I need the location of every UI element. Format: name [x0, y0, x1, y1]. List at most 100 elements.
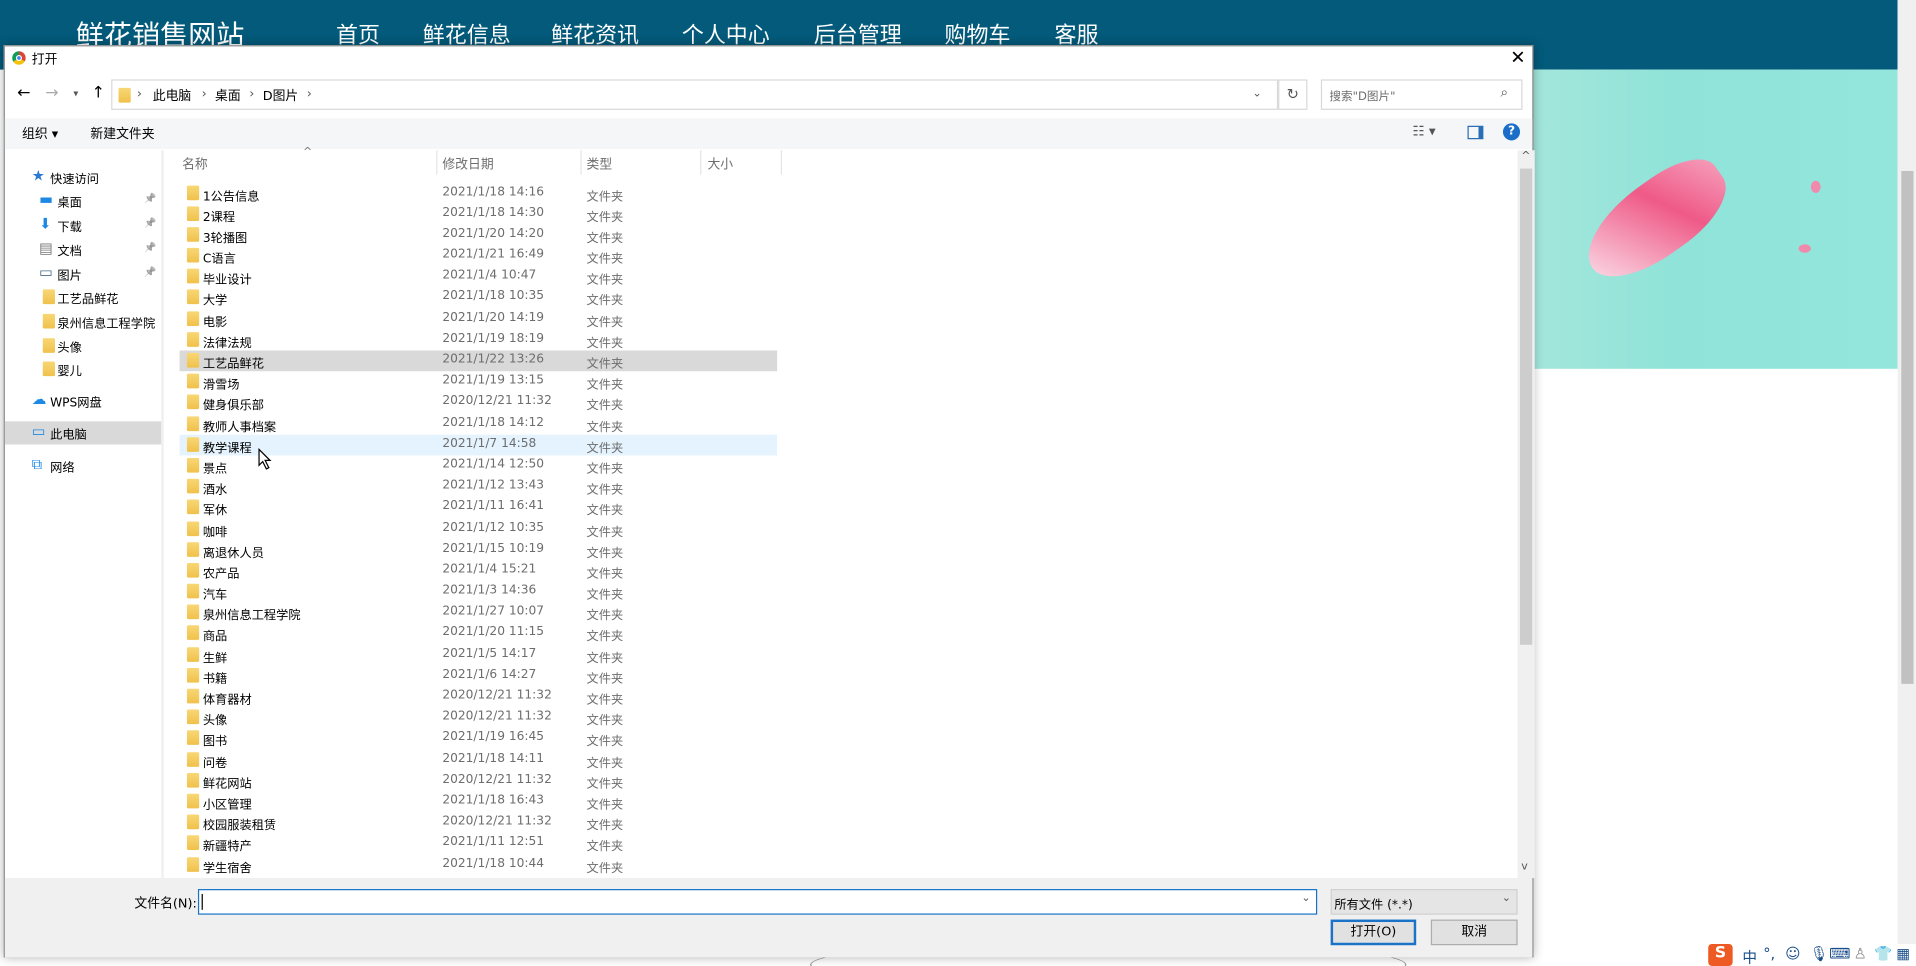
column-type[interactable]: 类型: [587, 155, 613, 173]
new-folder-button[interactable]: 新建文件夹: [90, 125, 154, 143]
punctuation-icon[interactable]: °,: [1763, 945, 1775, 962]
toolbox-icon[interactable]: ▦: [1896, 945, 1910, 962]
sidebar-item[interactable]: ▭ 此电脑: [4, 421, 162, 445]
file-type: 文件夹: [586, 651, 624, 666]
keyboard-icon[interactable]: ⌨: [1829, 945, 1850, 962]
file-row[interactable]: 校园服装租赁 2020/12/21 11:32 文件夹: [180, 812, 778, 833]
file-row[interactable]: 2课程 2021/1/18 14:30 文件夹: [180, 204, 778, 224]
sidebar-item[interactable]: ★ 快速访问: [5, 166, 161, 189]
file-row[interactable]: 健身俱乐部 2020/12/21 11:32 文件夹: [180, 392, 778, 413]
file-name: 书籍: [202, 672, 228, 687]
file-row[interactable]: 头像 2020/12/21 11:32 文件夹: [180, 707, 778, 728]
file-row[interactable]: 电影 2021/1/20 14:19 文件夹: [180, 309, 778, 330]
sidebar-item[interactable]: 泉州信息工程学院: [5, 310, 161, 333]
chevron-down-icon[interactable]: ⌄: [1252, 88, 1261, 100]
search-input[interactable]: 搜索"D图片" ⌕: [1320, 79, 1523, 110]
file-row[interactable]: 汽车 2021/1/3 14:36 文件夹: [180, 581, 778, 602]
sidebar-item[interactable]: ☁ WPS网盘: [5, 390, 161, 413]
file-row[interactable]: 酒水 2021/1/12 13:43 文件夹: [180, 476, 778, 497]
sidebar-item[interactable]: ▭ 图片 📌: [5, 263, 161, 286]
file-row[interactable]: 泉州信息工程学院 2021/1/27 10:07 文件夹: [180, 602, 778, 623]
file-row[interactable]: 滑雪场 2021/1/19 13:15 文件夹: [180, 371, 778, 392]
file-row[interactable]: 法律法规 2021/1/19 18:19 文件夹: [180, 330, 778, 350]
file-row[interactable]: 教师人事档案 2021/1/18 14:12 文件夹: [180, 413, 778, 434]
sidebar-item[interactable]: ⧉ 网络: [5, 454, 161, 477]
microphone-icon[interactable]: 🎙: [1810, 945, 1829, 962]
breadcrumb-item[interactable]: 此电脑: [153, 87, 191, 105]
chevron-down-icon[interactable]: ⌄: [1301, 893, 1310, 905]
filename-input[interactable]: ⌄: [197, 889, 1318, 915]
back-icon[interactable]: ←: [17, 84, 30, 102]
folder-icon: [186, 310, 200, 326]
file-row[interactable]: 图书 2021/1/19 16:45 文件夹: [180, 728, 778, 749]
user-icon[interactable]: ♙: [1854, 945, 1867, 962]
sidebar-item-label: 快速访问: [50, 173, 99, 187]
file-row[interactable]: 离退休人员 2021/1/15 10:19 文件夹: [180, 539, 778, 560]
help-icon[interactable]: ?: [1502, 123, 1521, 141]
sidebar-item[interactable]: 婴儿: [5, 358, 161, 381]
recent-dropdown-icon[interactable]: ▾: [73, 88, 78, 99]
file-date: 2020/12/21 11:32: [442, 772, 552, 787]
column-date[interactable]: 修改日期: [442, 155, 493, 173]
filetype-select[interactable]: 所有文件 (*.*) ⌄: [1330, 889, 1518, 915]
file-name: 问卷: [202, 756, 228, 771]
pin-icon[interactable]: 📌: [144, 193, 156, 204]
file-row[interactable]: 毕业设计 2021/1/4 10:47 文件夹: [180, 267, 778, 287]
file-row[interactable]: 商品 2021/1/20 11:15 文件夹: [180, 623, 778, 644]
cancel-button[interactable]: 取消: [1430, 919, 1518, 946]
file-row[interactable]: 学生宿舍 2021/1/18 10:44 文件夹: [180, 854, 778, 875]
sidebar-item[interactable]: ▬ 桌面 📌: [5, 189, 161, 212]
open-button[interactable]: 打开(O): [1330, 919, 1417, 946]
star-icon: ★: [31, 167, 45, 185]
column-name[interactable]: 名称: [182, 155, 208, 173]
pin-icon[interactable]: 📌: [144, 217, 156, 228]
file-type: 文件夹: [586, 504, 624, 519]
file-row[interactable]: 鲜花网站 2020/12/21 11:32 文件夹: [180, 770, 778, 791]
file-row[interactable]: 体育器材 2020/12/21 11:32 文件夹: [180, 686, 778, 707]
file-row[interactable]: 工艺品鲜花 2021/1/22 13:26 文件夹: [179, 350, 778, 372]
pin-icon[interactable]: 📌: [144, 242, 156, 253]
file-type: 文件夹: [586, 315, 624, 330]
page-scrollbar-thumb[interactable]: [1901, 170, 1914, 684]
file-row[interactable]: C语言 2021/1/21 16:49 文件夹: [180, 246, 778, 266]
file-row[interactable]: 小区管理 2021/1/18 16:43 文件夹: [180, 791, 778, 812]
up-icon[interactable]: ↑: [92, 84, 105, 102]
sidebar-item[interactable]: ▤ 文档 📌: [5, 238, 161, 261]
breadcrumb-item[interactable]: D图片: [263, 87, 299, 105]
file-row[interactable]: 书籍 2021/1/6 14:27 文件夹: [180, 665, 778, 686]
scrollbar-thumb[interactable]: [1520, 168, 1533, 645]
sidebar-item[interactable]: ⬇ 下载 📌: [5, 214, 161, 237]
folder-icon: [186, 478, 200, 494]
file-row[interactable]: 3轮播图 2021/1/20 14:20 文件夹: [180, 225, 778, 245]
folder-icon: [186, 688, 200, 704]
file-row[interactable]: 大学 2021/1/18 10:35 文件夹: [180, 288, 778, 308]
file-name: 鲜花网站: [202, 777, 252, 792]
column-size[interactable]: 大小: [707, 155, 733, 173]
file-row[interactable]: 生鲜 2021/1/5 14:17 文件夹: [180, 644, 778, 665]
address-bar[interactable]: › 此电脑 › 桌面 › D图片 › ⌄: [111, 79, 1279, 110]
folder-icon: [186, 667, 200, 683]
pin-icon[interactable]: 📌: [144, 266, 156, 277]
skin-icon[interactable]: 👕: [1874, 945, 1892, 962]
file-list-scrollbar[interactable]: ^ v: [1517, 150, 1535, 879]
file-row[interactable]: 农产品 2021/1/4 15:21 文件夹: [180, 560, 778, 581]
refresh-icon[interactable]: ↻: [1278, 79, 1308, 110]
file-date: 2021/1/18 14:12: [442, 415, 545, 430]
emoji-icon[interactable]: ☺: [1785, 945, 1800, 962]
preview-pane-icon[interactable]: [1467, 125, 1484, 140]
forward-icon[interactable]: →: [45, 84, 58, 102]
sogou-icon[interactable]: S: [1708, 943, 1733, 966]
close-icon[interactable]: ✕: [1510, 46, 1525, 68]
organize-button[interactable]: 组织 ▾: [22, 125, 58, 143]
file-row[interactable]: 军休 2021/1/11 16:41 文件夹: [180, 497, 778, 518]
file-row[interactable]: 新疆特产 2021/1/11 12:51 文件夹: [180, 833, 778, 854]
file-row[interactable]: 问卷 2021/1/18 14:11 文件夹: [180, 749, 778, 770]
sidebar-item[interactable]: 工艺品鲜花: [5, 286, 161, 309]
file-row[interactable]: 1公告信息 2021/1/18 14:16 文件夹: [180, 183, 778, 203]
ime-language[interactable]: 中: [1742, 946, 1757, 966]
breadcrumb-item[interactable]: 桌面: [215, 87, 241, 105]
file-date: 2021/1/11 12:51: [442, 835, 545, 850]
sidebar-item[interactable]: 头像: [5, 335, 161, 358]
file-row[interactable]: 咖啡 2021/1/12 10:35 文件夹: [180, 518, 778, 539]
view-options-icon[interactable]: ☷ ▾: [1413, 123, 1436, 139]
